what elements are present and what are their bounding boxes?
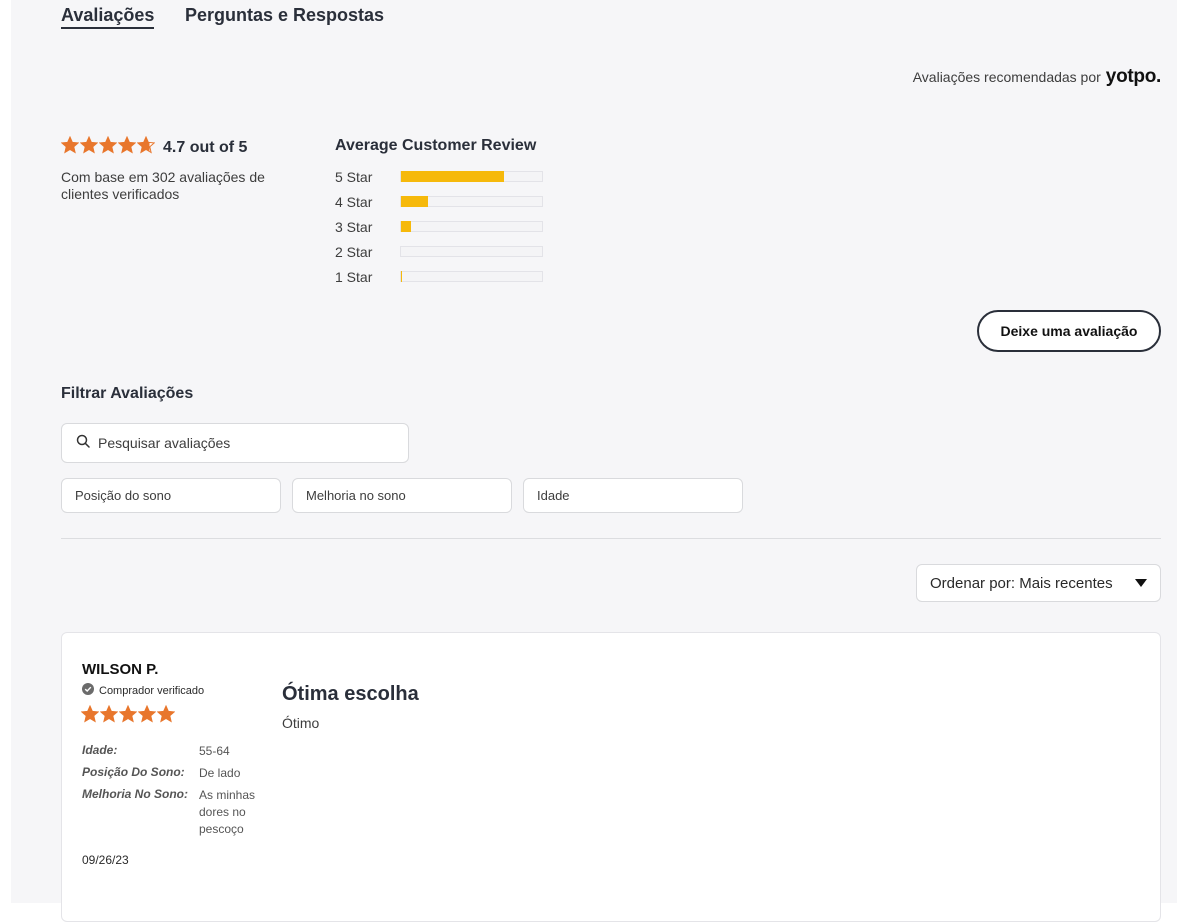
histogram-bar [400, 196, 543, 207]
attribute-label: Melhoria No Sono: [82, 787, 188, 801]
reviewer-attributes: Idade: 55-64 Posição Do Sono: De lado Me… [82, 743, 264, 843]
tab-reviews[interactable]: Avaliações [61, 5, 155, 29]
histogram-row[interactable]: 1 Star [335, 264, 543, 289]
rating-histogram: Average Customer Review 5 Star 4 Star 3 St… [335, 137, 543, 289]
reviewer-name: WILSON P. [82, 661, 159, 678]
histogram-row[interactable]: 4 Star [335, 189, 543, 214]
yotpo-logo[interactable]: yotpo. [1106, 66, 1162, 88]
histogram-label: 4 Star [335, 193, 373, 210]
sort-label: Ordenar por: Mais recentes [930, 574, 1113, 592]
review-title: Ótima escolha [282, 683, 419, 705]
reviews-widget: Avaliações Perguntas e Respostas Avaliaç… [11, 0, 1177, 922]
star-icon [137, 704, 157, 728]
filter-age[interactable]: Idade [523, 478, 743, 513]
star-icon [118, 704, 138, 728]
review-date: 09/26/23 [82, 853, 129, 867]
histogram-fill [401, 221, 411, 232]
search-box[interactable] [61, 423, 409, 463]
powered-by-text: Avaliações recomendadas por [912, 69, 1101, 85]
powered-by: Avaliações recomendadas por yotpo. [912, 66, 1162, 88]
attribute-sleep-position: Posição Do Sono: De lado [82, 765, 264, 782]
caret-down-icon [1135, 575, 1147, 592]
filter-sleep-improvement[interactable]: Melhoria no sono [292, 478, 512, 513]
attribute-age: Idade: 55-64 [82, 743, 264, 760]
star-icon [79, 135, 99, 159]
attribute-value: As minhas dores no pescoço [199, 788, 256, 836]
histogram-fill [401, 196, 428, 207]
star-icon [99, 704, 119, 728]
histogram-label: 2 Star [335, 243, 373, 260]
histogram-bar [400, 271, 543, 282]
attribute-label: Posição Do Sono: [82, 765, 185, 779]
check-circle-icon [82, 683, 94, 698]
filter-sleep-position[interactable]: Posição do sono [61, 478, 281, 513]
summary-stars [60, 135, 156, 159]
tab-questions-answers[interactable]: Perguntas e Respostas [185, 5, 384, 26]
search-icon [76, 434, 90, 453]
search-input[interactable] [98, 435, 398, 451]
review-count-text: Com base em 302 avaliações de clientes v… [61, 169, 265, 202]
star-icon [98, 135, 118, 159]
attribute-sleep-improvement: Melhoria No Sono: As minhas dores no pes… [82, 787, 264, 838]
review-stars [80, 704, 176, 728]
histogram-label: 5 Star [335, 168, 373, 185]
attribute-label: Idade: [82, 743, 118, 757]
histogram-bar [400, 171, 543, 182]
histogram-title: Average Customer Review [335, 137, 537, 154]
histogram-row[interactable]: 2 Star [335, 239, 543, 264]
attribute-value: 55-64 [199, 744, 230, 758]
write-review-button[interactable]: Deixe uma avaliação [977, 310, 1161, 352]
star-icon [80, 704, 100, 728]
histogram-label: 3 Star [335, 218, 373, 235]
histogram-bar [400, 221, 543, 232]
star-icon [60, 135, 80, 159]
divider [61, 538, 1161, 539]
star-icon [156, 704, 176, 728]
filter-title: Filtrar Avaliações [61, 385, 194, 402]
review-body: Ótimo [282, 715, 320, 731]
histogram-row[interactable]: 5 Star [335, 164, 543, 189]
histogram-row[interactable]: 3 Star [335, 214, 543, 239]
rating-summary: 4.7 out of 5 Com base em 302 avaliações … [60, 135, 271, 203]
average-rating: 4.7 out of 5 [163, 138, 248, 156]
sort-dropdown[interactable]: Ordenar por: Mais recentes [916, 564, 1161, 602]
verified-text: Comprador verificado [99, 684, 205, 697]
histogram-fill [401, 171, 504, 182]
star-icon [136, 135, 156, 159]
histogram-bar [400, 246, 543, 257]
star-icon [117, 135, 137, 159]
verified-badge: Comprador verificado [82, 683, 204, 698]
histogram-fill [401, 271, 403, 282]
review-card: WILSON P. Comprador verificado Idade: 55… [61, 632, 1161, 922]
attribute-value: De lado [199, 766, 241, 780]
histogram-label: 1 Star [335, 268, 373, 285]
